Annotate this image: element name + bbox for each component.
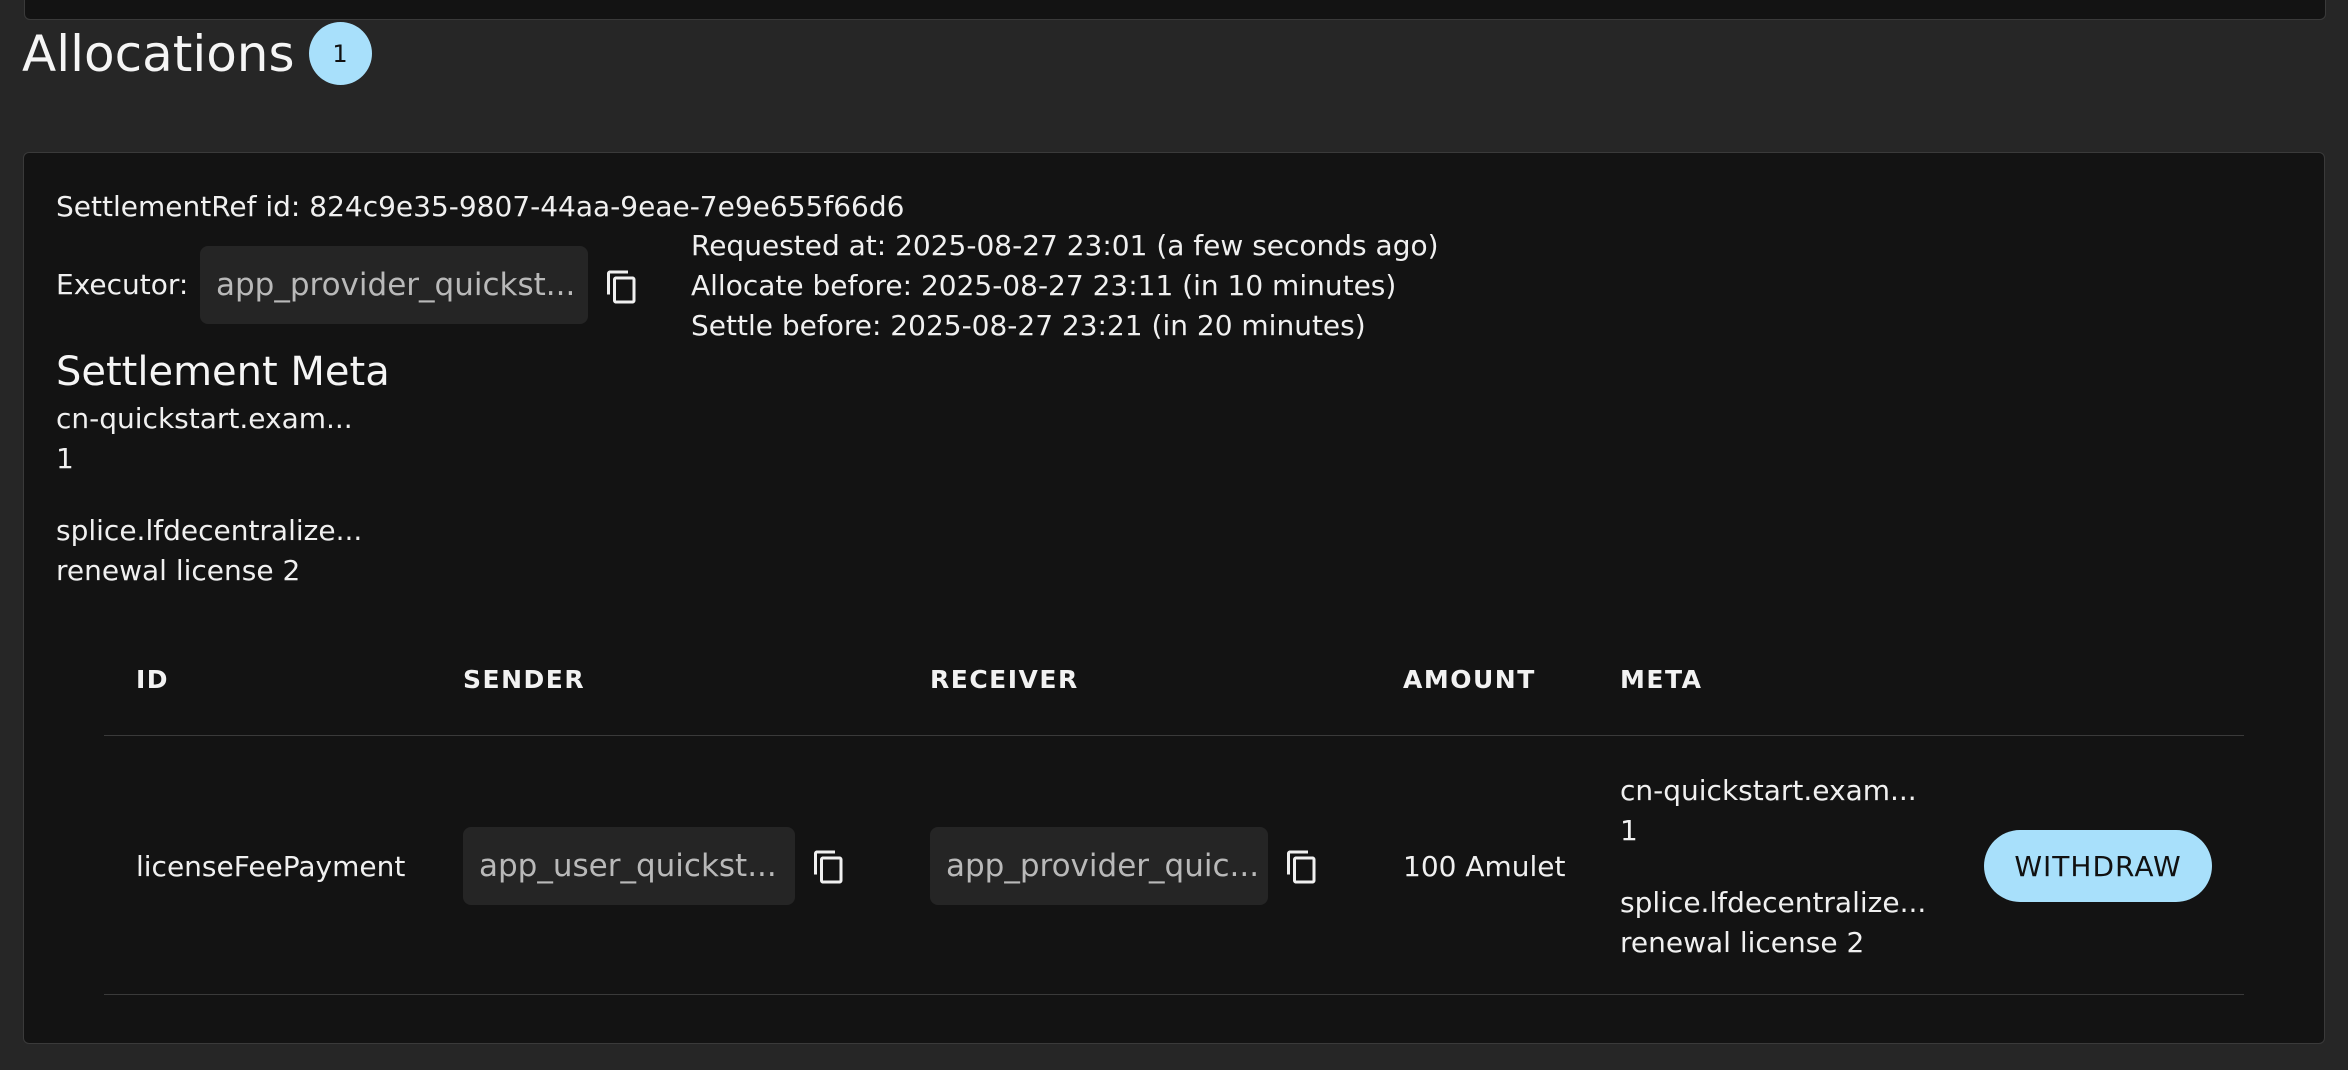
meta-key: cn-quickstart.exam... <box>56 402 353 435</box>
copy-icon[interactable] <box>1284 847 1320 887</box>
executor-label: Executor: <box>56 268 189 301</box>
row-meta-key: cn-quickstart.exam... <box>1620 774 1917 807</box>
row-meta-key: splice.lfdecentralize... <box>1620 886 1927 919</box>
settlement-meta-title: Settlement Meta <box>56 349 390 395</box>
column-header-sender: SENDER <box>463 665 586 694</box>
previous-card <box>24 0 2326 20</box>
withdraw-button[interactable]: WITHDRAW <box>1984 830 2212 902</box>
row-id: licenseFeePayment <box>136 850 406 883</box>
count-badge: 1 <box>308 22 372 85</box>
sender-field[interactable]: app_user_quickst... <box>463 827 795 905</box>
column-header-receiver: RECEIVER <box>930 665 1079 694</box>
column-header-id: ID <box>136 665 170 694</box>
page-title: Allocations <box>22 24 295 83</box>
receiver-field[interactable]: app_provider_quic... <box>930 827 1268 905</box>
settle-before: Settle before: 2025-08-27 23:21 (in 20 m… <box>691 309 1366 342</box>
copy-icon[interactable] <box>604 267 640 307</box>
settlement-ref-id: SettlementRef id: 824c9e35-9807-44aa-9ea… <box>56 190 905 223</box>
copy-icon[interactable] <box>811 847 847 887</box>
column-header-amount: AMOUNT <box>1403 665 1536 694</box>
header-divider <box>104 735 2244 736</box>
row-meta-value: renewal license 2 <box>1620 926 1865 959</box>
requested-at: Requested at: 2025-08-27 23:01 (a few se… <box>691 229 1439 262</box>
column-header-meta: META <box>1620 665 1703 694</box>
row-amount: 100 Amulet <box>1403 850 1566 883</box>
allocate-before: Allocate before: 2025-08-27 23:11 (in 10… <box>691 269 1397 302</box>
meta-key: splice.lfdecentralize... <box>56 514 363 547</box>
row-meta-value: 1 <box>1620 814 1638 847</box>
executor-field[interactable]: app_provider_quickst... <box>200 246 588 324</box>
section-header: Allocations 1 <box>22 22 372 85</box>
allocation-card: SettlementRef id: 824c9e35-9807-44aa-9ea… <box>23 152 2325 1044</box>
meta-value: renewal license 2 <box>56 554 301 587</box>
meta-value: 1 <box>56 442 74 475</box>
row-divider <box>104 994 2244 995</box>
